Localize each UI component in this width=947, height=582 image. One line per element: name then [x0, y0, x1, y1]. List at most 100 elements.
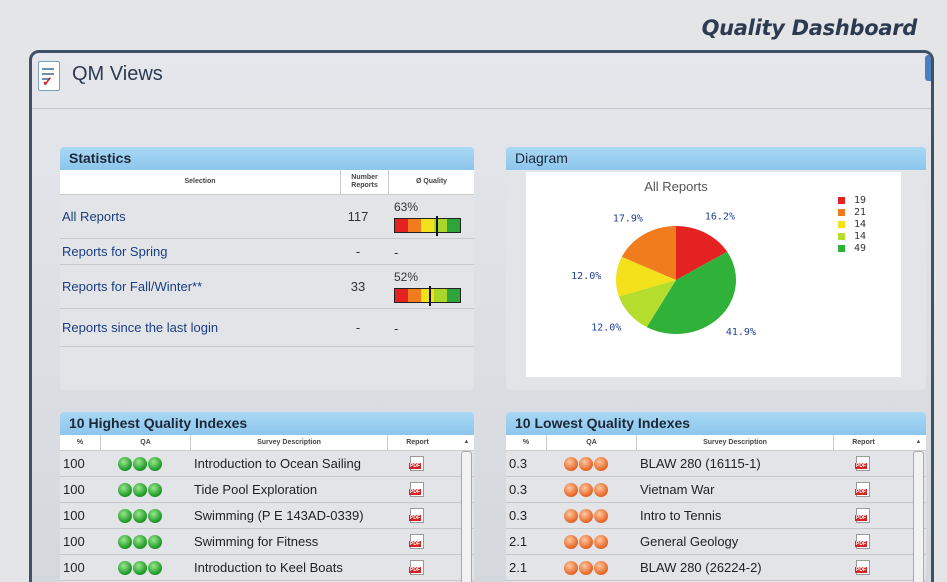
stat-selection[interactable]: Reports since the last login — [60, 320, 340, 335]
col-pct[interactable]: % — [506, 435, 546, 450]
legend-label: 14 — [854, 230, 867, 242]
page-title: Quality Dashboard — [701, 16, 918, 40]
qa-indicator — [546, 560, 636, 575]
pdf-icon[interactable] — [855, 508, 870, 523]
qa-dot-icon — [118, 560, 132, 575]
row-pct: 100 — [63, 508, 85, 523]
header-selection[interactable]: Selection — [60, 170, 340, 194]
header-quality[interactable]: Ø Quality — [388, 170, 474, 194]
statistics-title: Statistics — [60, 147, 474, 170]
row-pct: 100 — [63, 456, 85, 471]
lowest-quality-panel: 10 Lowest Quality Indexes % QA Survey De… — [506, 412, 926, 582]
stat-quality: - — [388, 239, 474, 264]
qa-dot-icon — [118, 456, 132, 471]
quality-bar-segment — [408, 219, 421, 232]
pdf-icon[interactable] — [855, 534, 870, 549]
table-row[interactable]: 0.3 Intro to Tennis — [506, 503, 926, 529]
col-report[interactable]: Report — [833, 435, 893, 450]
slice-percent-label: 41.9% — [726, 327, 756, 338]
legend-label: 21 — [854, 206, 867, 218]
table-row[interactable]: 0.3 Vietnam War — [506, 477, 926, 503]
legend-label: 19 — [854, 194, 867, 206]
qa-dot-icon — [564, 508, 578, 523]
pdf-icon[interactable] — [409, 456, 424, 471]
qa-dot-icon — [148, 508, 162, 523]
col-qa[interactable]: QA — [546, 435, 636, 450]
pdf-icon[interactable] — [409, 482, 424, 497]
window-header: ✓ QM Views — [32, 53, 931, 109]
quality-percent: - — [394, 321, 399, 336]
table-row[interactable]: 2.1 BLAW 280 (26224-2) — [506, 555, 926, 581]
qa-indicator — [100, 508, 190, 523]
survey-description: Introduction to Ocean Sailing — [194, 456, 361, 471]
pdf-icon[interactable] — [855, 456, 870, 471]
slice-percent-label: 12.0% — [591, 323, 621, 334]
qa-indicator — [546, 482, 636, 497]
legend-swatch — [838, 220, 845, 228]
col-description[interactable]: Survey Description — [190, 435, 387, 450]
qa-dot-icon — [133, 560, 147, 575]
qa-dot-icon — [564, 534, 578, 549]
quality-percent: - — [394, 245, 399, 260]
qa-dot-icon — [148, 482, 162, 497]
qa-dot-icon — [594, 482, 608, 497]
window-side-tab[interactable] — [925, 55, 931, 81]
header-number-reports[interactable]: Number Reports — [340, 170, 388, 194]
report-cell — [833, 482, 893, 497]
stat-row[interactable]: Reports for Spring - - — [60, 239, 474, 265]
col-report[interactable]: Report — [387, 435, 447, 450]
diagram-title: Diagram — [506, 147, 926, 170]
stat-row[interactable]: All Reports 117 63% — [60, 195, 474, 239]
table-row[interactable]: 100 Introduction to Ocean Sailing — [60, 451, 474, 477]
qa-indicator — [546, 456, 636, 471]
slice-percent-label: 16.2% — [705, 212, 735, 223]
table-row[interactable]: 100 Tide Pool Exploration — [60, 477, 474, 503]
report-cell — [833, 508, 893, 523]
pdf-icon[interactable] — [409, 508, 424, 523]
qa-dot-icon — [133, 508, 147, 523]
table-row[interactable]: 100 Introduction to Keel Boats — [60, 555, 474, 581]
report-cell — [387, 508, 447, 523]
stat-selection[interactable]: All Reports — [60, 209, 340, 224]
quality-bar — [394, 286, 461, 306]
table-row[interactable]: 2.1 General Geology — [506, 529, 926, 555]
stat-count: - — [355, 244, 361, 259]
col-pct[interactable]: % — [60, 435, 100, 450]
row-pct: 2.1 — [509, 534, 528, 549]
legend-swatch — [838, 232, 845, 240]
highest-scrollbar[interactable] — [461, 451, 472, 582]
pdf-icon[interactable] — [409, 560, 424, 575]
col-description[interactable]: Survey Description — [636, 435, 833, 450]
diagram-panel: Diagram All Reports 16.2% 17.9% 12.0% 12.0%… — [506, 147, 926, 390]
scroll-up-icon[interactable]: ▲ — [461, 436, 472, 449]
stat-row[interactable]: Reports since the last login - - — [60, 309, 474, 347]
pie-svg: 16.2% 17.9% 12.0% 12.0% 41.9% — [571, 212, 756, 339]
stat-row[interactable]: Reports for Fall/Winter** 33 52% — [60, 265, 474, 309]
quality-bar-segment — [408, 289, 421, 302]
qa-dot-icon — [594, 560, 608, 575]
quality-bar-segment — [434, 289, 447, 302]
report-cell — [387, 534, 447, 549]
col-qa[interactable]: QA — [100, 435, 190, 450]
survey-description: BLAW 280 (26224-2) — [640, 560, 762, 575]
qa-dot-icon — [579, 456, 593, 471]
quality-bar-segment — [395, 289, 408, 302]
lowest-scrollbar[interactable] — [913, 451, 924, 582]
stat-selection[interactable]: Reports for Fall/Winter** — [60, 279, 340, 294]
lowest-header: % QA Survey Description Report — [506, 435, 926, 451]
pdf-icon[interactable] — [409, 534, 424, 549]
scroll-up-icon[interactable]: ▲ — [913, 436, 924, 449]
stat-count: 33 — [350, 279, 366, 294]
table-row[interactable]: 0.3 BLAW 280 (16115-1) — [506, 451, 926, 477]
table-row[interactable]: 100 Swimming (P E 143AD-0339) — [60, 503, 474, 529]
quality-bar-segment — [447, 289, 460, 302]
pdf-icon[interactable] — [855, 482, 870, 497]
stat-selection[interactable]: Reports for Spring — [60, 244, 340, 259]
qa-dot-icon — [594, 456, 608, 471]
survey-description: General Geology — [640, 534, 739, 549]
qa-indicator — [100, 534, 190, 549]
table-row[interactable]: 100 Swimming for Fitness — [60, 529, 474, 555]
survey-description: Tide Pool Exploration — [194, 482, 318, 497]
pdf-icon[interactable] — [855, 560, 870, 575]
legend-swatch — [838, 196, 845, 204]
